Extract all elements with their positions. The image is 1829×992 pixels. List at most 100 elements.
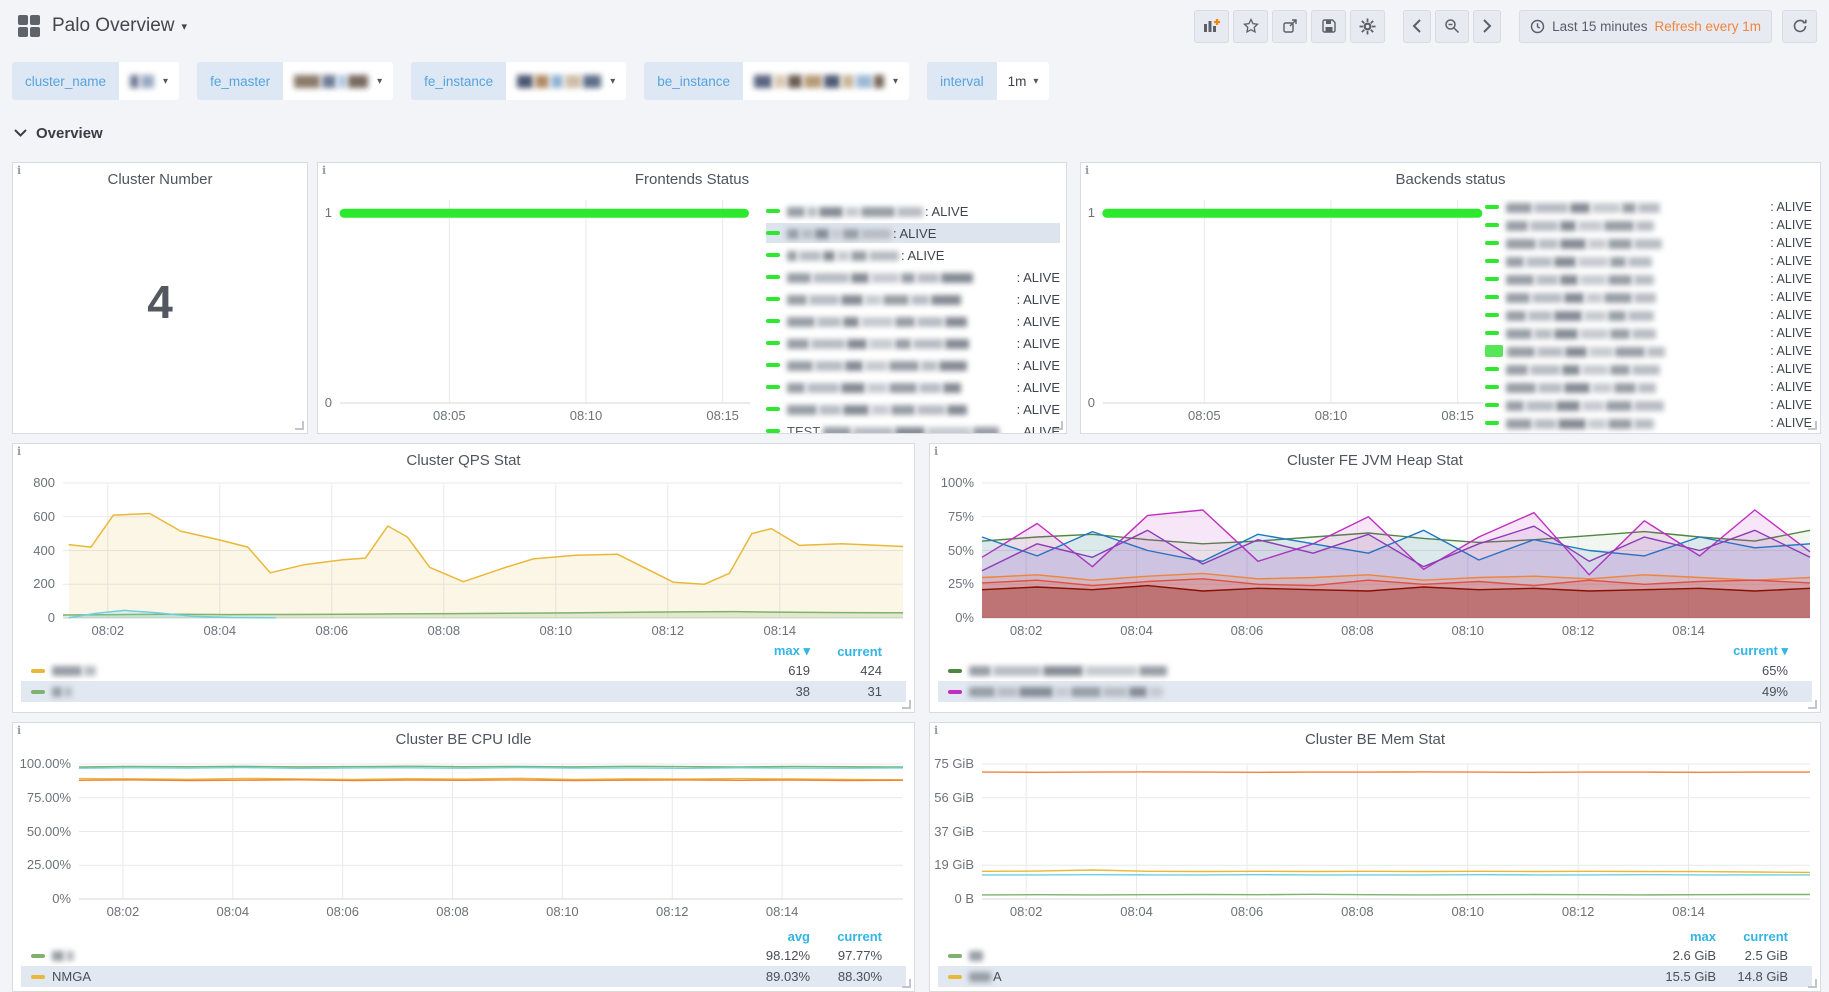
legend-sort-avg[interactable]: avg — [738, 929, 810, 944]
panel-resize-handle[interactable] — [295, 421, 304, 430]
status-legend-row[interactable]: : ALIVE — [1485, 397, 1812, 413]
backends-status-chart[interactable]: 1008:0508:1008:15 — [1087, 193, 1489, 425]
status-legend-row[interactable]: : ALIVE — [1485, 289, 1812, 305]
status-legend-row[interactable]: : ALIVE — [1485, 361, 1812, 377]
legend-sort-max[interactable]: max — [1644, 929, 1716, 944]
status-legend-row[interactable]: : ALIVE — [766, 355, 1060, 375]
jvm-legend: current ▾65%49% — [938, 642, 1812, 702]
filter-interval-label: interval — [927, 62, 997, 100]
grafana-logo[interactable] — [18, 15, 40, 37]
panel-resize-handle[interactable] — [1054, 421, 1063, 430]
row-overview-toggle[interactable]: Overview — [14, 124, 103, 142]
status-legend-row[interactable]: : ALIVE — [1485, 415, 1812, 431]
status-legend-row[interactable]: : ALIVE — [1485, 217, 1812, 233]
x-axis-tick: 08:10 — [1451, 623, 1484, 638]
legend-sort-max[interactable]: max ▾ — [738, 643, 810, 659]
x-axis-tick: 08:14 — [764, 623, 797, 638]
legend-sort-current[interactable]: current ▾ — [1716, 643, 1788, 659]
filter-fe-master-value[interactable]: ▾ — [283, 62, 393, 100]
legend-value: 619 — [738, 663, 810, 678]
filter-interval-value[interactable]: 1m ▾ — [997, 62, 1050, 100]
filter-be-instance-value[interactable]: ▾ — [743, 62, 909, 100]
legend-row[interactable]: 3831 — [21, 681, 906, 702]
time-forward-button[interactable] — [1473, 10, 1501, 43]
panel-resize-handle[interactable] — [1808, 700, 1817, 709]
status-legend-row[interactable]: : ALIVE — [766, 311, 1060, 331]
legend-sort-current[interactable]: current — [810, 929, 882, 944]
zoom-out-button[interactable] — [1435, 10, 1469, 43]
panel-title[interactable]: Cluster BE Mem Stat — [960, 731, 1790, 748]
panel-resize-handle[interactable] — [902, 700, 911, 709]
be-mem-chart[interactable]: 75 GiB56 GiB37 GiB19 GiB0 B08:0208:0408:… — [934, 757, 1816, 921]
legend-row[interactable]: 98.12%97.77% — [21, 945, 906, 966]
time-picker-button[interactable]: Last 15 minutes Refresh every 1m — [1519, 10, 1772, 43]
time-back-button[interactable] — [1403, 10, 1431, 43]
panel-be-mem-stat: i Cluster BE Mem Stat 75 GiB56 GiB37 GiB… — [929, 722, 1821, 992]
legend-sort-current[interactable]: current — [810, 644, 882, 659]
legend-row[interactable]: 2.6 GiB2.5 GiB — [938, 945, 1812, 966]
status-legend-row[interactable]: : ALIVE — [766, 223, 1060, 243]
filter-cluster-name-value[interactable]: ▾ — [119, 62, 179, 100]
panel-title[interactable]: Cluster Number — [43, 171, 277, 188]
status-legend-row[interactable]: : ALIVE — [766, 289, 1060, 309]
add-panel-button[interactable] — [1194, 10, 1229, 43]
legend-row[interactable]: NMGA89.03%88.30% — [21, 966, 906, 987]
legend-value: 2.5 GiB — [1716, 948, 1788, 963]
status-legend-row[interactable]: : ALIVE — [1485, 343, 1812, 359]
qps-chart[interactable]: 800600400200008:0208:0408:0608:0808:1008… — [17, 476, 909, 640]
status-legend-row[interactable]: : ALIVE — [1485, 235, 1812, 251]
panel-info-icon[interactable]: i — [17, 164, 21, 177]
status-legend-row[interactable]: : ALIVE — [766, 399, 1060, 419]
save-button[interactable] — [1311, 10, 1346, 43]
legend-row[interactable]: 49% — [938, 681, 1812, 702]
panel-info-icon[interactable]: i — [17, 445, 21, 458]
panel-info-icon[interactable]: i — [934, 724, 938, 737]
refresh-button[interactable] — [1782, 10, 1817, 43]
status-legend-row[interactable]: : ALIVE — [1485, 199, 1812, 215]
panel-resize-handle[interactable] — [1808, 979, 1817, 988]
dashboard-title[interactable]: Palo Overview ▾ — [52, 15, 187, 37]
status-legend-row[interactable]: TEST ALIVE — [766, 421, 1060, 433]
x-axis-tick: 08:15 — [706, 408, 739, 423]
status-legend-row[interactable]: : ALIVE — [1485, 379, 1812, 395]
be-cpu-chart[interactable]: 100.00%75.00%50.00%25.00%0%08:0208:0408:… — [17, 757, 909, 921]
panel-title[interactable]: Cluster QPS Stat — [43, 452, 884, 469]
panel-info-icon[interactable]: i — [934, 445, 938, 458]
panel-resize-handle[interactable] — [1808, 421, 1817, 430]
panel-resize-handle[interactable] — [902, 979, 911, 988]
filter-fe-instance-value[interactable]: ▾ — [506, 62, 626, 100]
star-button[interactable] — [1233, 10, 1268, 43]
legend-row[interactable]: 619424 — [21, 660, 906, 681]
panel-title[interactable]: Cluster FE JVM Heap Stat — [960, 452, 1790, 469]
y-axis-tick: 75% — [934, 509, 974, 524]
panel-title[interactable]: Cluster BE CPU Idle — [43, 731, 884, 748]
panel-info-icon[interactable]: i — [322, 164, 326, 177]
legend-row[interactable]: A15.5 GiB14.8 GiB — [938, 966, 1812, 987]
status-legend-row[interactable]: : ALIVE — [766, 377, 1060, 397]
y-axis-tick: 1 — [324, 205, 332, 220]
panel-title[interactable]: Frontends Status — [348, 171, 1036, 188]
panel-backends-status: i Backends status 1008:0508:1008:15 : AL… — [1080, 162, 1821, 434]
series-color-dash — [766, 363, 780, 367]
status-legend-row[interactable]: : ALIVE — [766, 333, 1060, 353]
share-button[interactable] — [1272, 10, 1307, 43]
frontends-status-chart[interactable]: 1008:0508:1008:15 — [324, 193, 756, 425]
status-legend-row[interactable]: : ALIVE — [1485, 307, 1812, 323]
panel-info-icon[interactable]: i — [17, 724, 21, 737]
status-legend-row[interactable]: : ALIVE — [766, 267, 1060, 287]
status-legend-row[interactable]: : ALIVE — [1485, 271, 1812, 287]
legend-sort-current[interactable]: current — [1716, 929, 1788, 944]
zoom-out-icon — [1444, 18, 1460, 34]
x-axis-tick: 08:04 — [1120, 623, 1153, 638]
status-legend-row[interactable]: : ALIVE — [766, 245, 1060, 265]
status-legend-row[interactable]: : ALIVE — [1485, 253, 1812, 269]
panel-info-icon[interactable]: i — [1085, 164, 1089, 177]
y-axis-tick: 0 B — [934, 891, 974, 906]
panel-title[interactable]: Backends status — [1111, 171, 1790, 188]
jvm-heap-chart[interactable]: 100%75%50%25%0%08:0208:0408:0608:0808:10… — [934, 476, 1816, 640]
settings-button[interactable] — [1350, 10, 1385, 43]
legend-row[interactable]: 65% — [938, 660, 1812, 681]
status-legend-row[interactable]: : ALIVE — [1485, 325, 1812, 341]
y-axis-tick: 100% — [934, 475, 974, 490]
status-legend-row[interactable]: : ALIVE — [766, 201, 1060, 221]
